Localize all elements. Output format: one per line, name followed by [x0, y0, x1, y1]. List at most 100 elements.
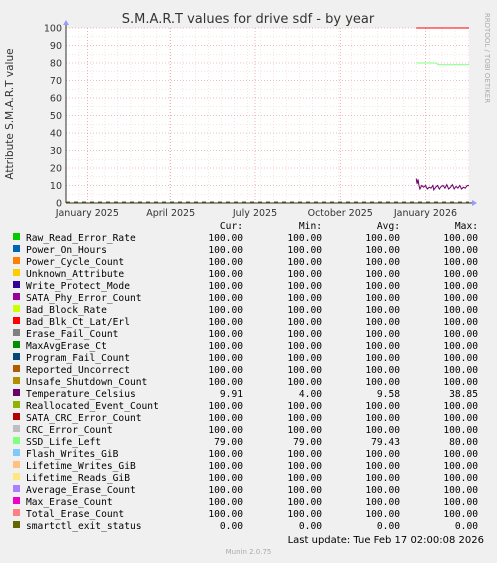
x-tick-label: October 2025	[308, 208, 373, 219]
legend-cur: 100.00	[208, 257, 243, 268]
x-tick-label: January 2025	[55, 208, 119, 219]
legend-name: Bad_Blk_Ct_Lat/Erl	[26, 317, 130, 328]
munin-version: Munin 2.0.75	[225, 548, 272, 556]
legend-cur: 100.00	[208, 329, 243, 340]
legend-cur: 100.00	[208, 497, 243, 508]
legend-row: Erase_Fail_Count 100.00 100.00 100.00 100.00	[0, 329, 497, 341]
legend-cur: 100.00	[208, 509, 243, 520]
legend-cur: 9.91	[219, 389, 243, 400]
legend-swatch	[13, 341, 20, 348]
legend-max: 100.00	[443, 461, 478, 472]
legend-cur: 100.00	[208, 341, 243, 352]
legend-name: SSD_Life_Left	[26, 437, 102, 448]
legend-row: Unsafe_Shutdown_Count 100.00 100.00 100.00 1…	[0, 377, 497, 389]
legend-min: 100.00	[287, 233, 322, 244]
legend-swatch	[13, 485, 20, 492]
legend-min: 100.00	[287, 401, 322, 412]
chart: S.M.A.R.T values for drive sdf - by year…	[0, 0, 497, 225]
legend-max: 100.00	[443, 485, 478, 496]
legend-avg: 100.00	[365, 401, 400, 412]
legend-row: Total_Erase_Count 100.00 100.00 100.00 100.0…	[0, 509, 497, 521]
legend-avg: 100.00	[365, 365, 400, 376]
legend-swatch	[13, 365, 20, 372]
legend-row: Bad_Block_Rate 100.00 100.00 100.00 100.00	[0, 305, 497, 317]
y-tick-label: 60	[50, 94, 62, 105]
legend-name: Unknown_Attribute	[26, 269, 125, 280]
y-tick-label: 70	[50, 76, 62, 87]
legend-avg: 0.00	[376, 521, 400, 532]
legend-min: 100.00	[287, 293, 322, 304]
legend-cur: 100.00	[208, 449, 243, 460]
legend-header-cur: Cur:	[219, 221, 243, 232]
legend-max: 80.00	[449, 437, 478, 448]
legend-row: CRC_Error_Count 100.00 100.00 100.00 100.00	[0, 425, 497, 437]
legend-avg: 100.00	[365, 461, 400, 472]
legend-name: Erase_Fail_Count	[26, 329, 119, 340]
legend-row: Average_Erase_Count 100.00 100.00 100.00 100…	[0, 485, 497, 497]
legend-row: Max_Erase_Count 100.00 100.00 100.00 100.00	[0, 497, 497, 509]
legend-name: smartctl_exit_status	[26, 521, 142, 532]
legend-header-avg: Avg:	[376, 221, 400, 232]
legend-swatch	[13, 389, 20, 396]
legend-avg: 100.00	[365, 257, 400, 268]
legend-swatch	[13, 329, 20, 336]
legend-name: Bad_Block_Rate	[26, 305, 107, 316]
legend-max: 100.00	[443, 497, 478, 508]
legend-min: 100.00	[287, 497, 322, 508]
legend-min: 100.00	[287, 329, 322, 340]
legend-cur: 100.00	[208, 425, 243, 436]
legend-swatch	[13, 293, 20, 300]
legend-row: SATA_Phy_Error_Count 100.00 100.00 100.00 10…	[0, 293, 497, 305]
legend-swatch	[13, 233, 20, 240]
legend-avg: 100.00	[365, 473, 400, 484]
legend-min: 100.00	[287, 485, 322, 496]
legend-max: 0.00	[454, 521, 478, 532]
legend-name: CRC_Error_Count	[26, 425, 113, 436]
legend-name: Power_Cycle_Count	[26, 257, 125, 268]
legend-swatch	[13, 245, 20, 252]
x-tick-label: January 2026	[393, 208, 457, 219]
legend-max: 100.00	[443, 401, 478, 412]
legend-cur: 100.00	[208, 269, 243, 280]
legend-min: 100.00	[287, 509, 322, 520]
y-tick-label: 40	[50, 129, 62, 140]
legend-row: SSD_Life_Left 79.00 79.00 79.43 80.00	[0, 437, 497, 449]
legend-cur: 100.00	[208, 461, 243, 472]
legend-max: 100.00	[443, 341, 478, 352]
legend-name: Max_Erase_Count	[26, 497, 113, 508]
legend-max: 100.00	[443, 473, 478, 484]
legend-swatch	[13, 497, 20, 504]
legend-min: 100.00	[287, 317, 322, 328]
legend-avg: 100.00	[365, 425, 400, 436]
legend-min: 100.00	[287, 269, 322, 280]
legend-cur: 100.00	[208, 245, 243, 256]
y-tick-label: 80	[50, 59, 62, 70]
grid-layer	[65, 27, 469, 203]
legend-name: Reported_Uncorrect	[26, 365, 130, 376]
legend-name: Total_Erase_Count	[26, 509, 125, 520]
legend: Cur: Min: Avg: Max: Raw_Read_Error_Rate 1…	[0, 221, 497, 533]
legend-swatch	[13, 521, 20, 528]
legend-cur: 100.00	[208, 365, 243, 376]
legend-cur: 79.00	[214, 437, 243, 448]
legend-cur: 100.00	[208, 317, 243, 328]
legend-avg: 100.00	[365, 353, 400, 364]
legend-avg: 100.00	[365, 497, 400, 508]
legend-cur: 100.00	[208, 485, 243, 496]
legend-swatch	[13, 317, 20, 324]
legend-avg: 100.00	[365, 341, 400, 352]
legend-swatch	[13, 377, 20, 384]
legend-avg: 100.00	[365, 305, 400, 316]
legend-cur: 100.00	[208, 281, 243, 292]
legend-row: Lifetime_Reads_GiB 100.00 100.00 100.00 100.…	[0, 473, 497, 485]
legend-max: 100.00	[443, 353, 478, 364]
legend-cur: 100.00	[208, 353, 243, 364]
legend-cur: 100.00	[208, 413, 243, 424]
legend-name: Unsafe_Shutdown_Count	[26, 377, 148, 388]
legend-avg: 100.00	[365, 329, 400, 340]
legend-row: Write_Protect_Mode 100.00 100.00 100.00 100.…	[0, 281, 497, 293]
legend-swatch	[13, 461, 20, 468]
legend-max: 100.00	[443, 257, 478, 268]
legend-swatch	[13, 425, 20, 432]
legend-min: 100.00	[287, 245, 322, 256]
